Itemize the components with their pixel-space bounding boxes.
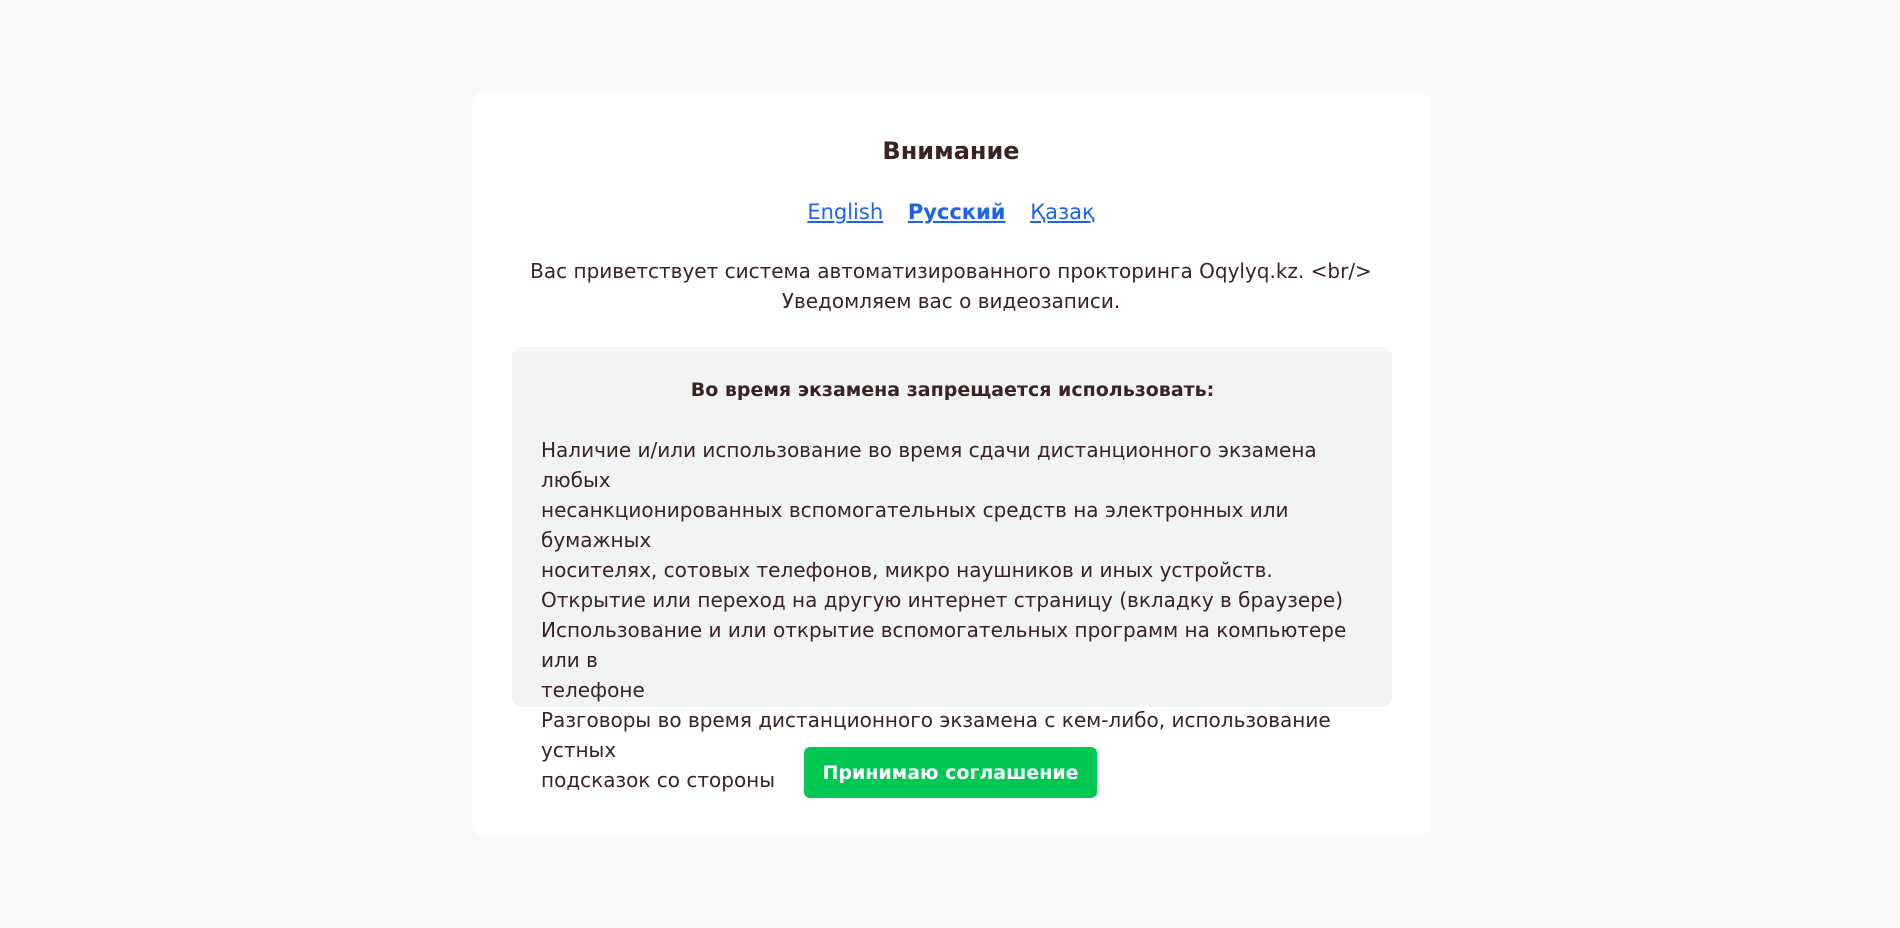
dialog-title: Внимание: [882, 137, 1020, 165]
rules-line: несанкционированных вспомогательных сред…: [541, 498, 1289, 552]
accept-agreement-button[interactable]: Принимаю соглашение: [804, 747, 1097, 798]
lang-link-kazakh[interactable]: Қазақ: [1030, 200, 1095, 224]
lang-link-english[interactable]: English: [807, 200, 883, 224]
language-switcher: English Русский Қазақ: [472, 198, 1430, 226]
rules-line: Использование и или открытие вспомогател…: [541, 618, 1347, 672]
attention-dialog: Внимание English Русский Қазақ Вас приве…: [472, 92, 1430, 836]
intro-text: Вас приветствует система автоматизирован…: [472, 256, 1430, 316]
rules-heading: Во время экзамена запрещается использова…: [690, 379, 1215, 401]
intro-line: Уведомляем вас о видеозаписи.: [781, 289, 1121, 313]
rules-panel: Во время экзамена запрещается использова…: [512, 347, 1392, 792]
lang-link-russian[interactable]: Русский: [908, 200, 1006, 224]
rules-line: носителях, сотовых телефонов, микро науш…: [541, 558, 1273, 582]
rules-line: Наличие и/или использование во время сда…: [541, 438, 1317, 492]
rules-line: телефоне: [541, 678, 645, 702]
intro-line: Вас приветствует система автоматизирован…: [530, 259, 1372, 283]
rules-line: Открытие или переход на другую интернет …: [541, 588, 1344, 612]
